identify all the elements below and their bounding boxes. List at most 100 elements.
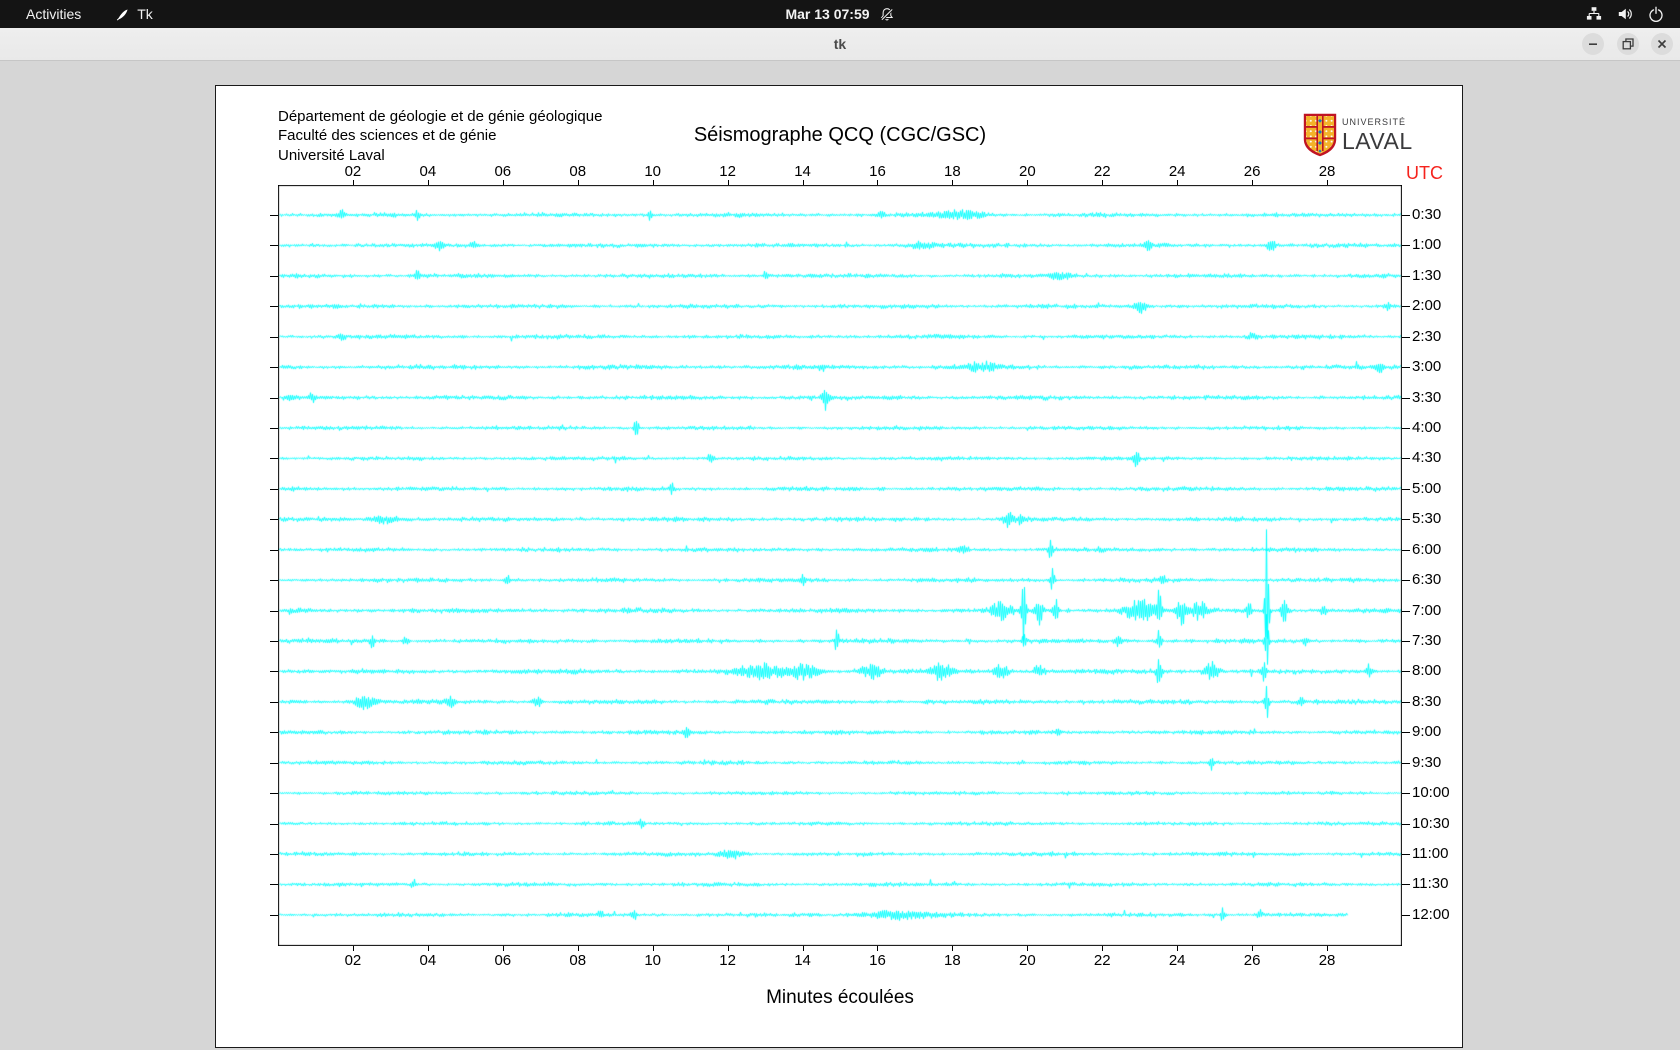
utc-time-label: 0:30 [1412,206,1442,223]
row-tick-right [1402,884,1410,886]
row-tick-left [270,701,278,703]
x-tick-label-top: 14 [794,163,811,180]
x-tick-label-top: 02 [344,163,362,180]
utc-time-label: 8:00 [1412,662,1442,680]
row-tick-left [270,914,278,916]
row-tick-right [1402,275,1410,277]
row-tick-left [270,306,278,308]
x-tick-label-bottom: 02 [344,952,362,969]
logo-laval-text: LAVAL [1342,128,1413,154]
x-tick-bottom [1102,946,1104,951]
x-tick-top [802,180,804,185]
x-tick-bottom [727,946,729,951]
x-tick-bottom [427,946,429,951]
gnome-top-bar: Activities Tk Mar 13 07:59 [0,0,1680,28]
x-tick-top [502,180,504,185]
tk-app-label: Tk [137,6,153,22]
row-tick-left [270,428,278,429]
x-tick-label-top: 16 [869,163,886,180]
row-tick-left [270,275,278,277]
seismograph-title: Séismographe QCQ (CGC/GSC) [693,124,987,146]
x-tick-label-top: 06 [494,163,512,180]
window-titlebar[interactable]: tk [0,28,1680,61]
x-tick-label-bottom: 04 [419,952,437,969]
x-axis-caption: Minutes écoulées [766,987,914,1008]
utc-time-label: 2:00 [1412,297,1442,315]
x-tick-bottom [1252,946,1254,951]
row-tick-left [270,397,278,399]
row-tick-right [1402,701,1410,703]
row-tick-left [270,854,278,856]
utc-time-label: 9:00 [1412,723,1442,741]
close-button[interactable] [1651,33,1673,55]
row-tick-right [1402,397,1410,399]
x-tick-bottom [1027,946,1029,951]
power-icon [1648,6,1664,22]
tk-canvas-window: Département de géologie et de génie géol… [215,85,1463,1048]
bell-slash-icon [880,7,895,22]
row-tick-left [270,519,278,521]
row-tick-right [1402,245,1410,247]
x-tick-label-bottom: 18 [944,952,961,969]
row-tick-right [1402,458,1410,460]
speaker-volume-icon [1617,6,1633,22]
row-tick-right [1402,914,1410,916]
clock-text: Mar 13 07:59 [785,6,870,22]
logo-universite-text: UNIVERSITÉ [1342,117,1407,127]
x-tick-top [1027,180,1029,185]
row-tick-right [1402,580,1410,582]
row-tick-right [1402,215,1410,216]
system-status-area[interactable] [1586,0,1664,28]
row-tick-right [1402,793,1410,795]
row-tick-right [1402,336,1410,338]
row-tick-left [270,458,278,460]
x-tick-label-bottom: 26 [1243,952,1261,969]
row-tick-right [1402,671,1410,673]
minimize-button[interactable] [1582,33,1604,55]
utc-time-label: 9:30 [1412,753,1442,771]
row-tick-left [270,367,278,369]
x-tick-label-top: 20 [1018,163,1036,180]
tk-app-indicator[interactable]: Tk [115,6,153,22]
utc-time-label: 6:00 [1412,540,1442,558]
activities-button[interactable]: Activities [26,6,81,22]
x-tick-top [1252,180,1254,185]
row-tick-left [270,793,278,795]
row-tick-left [270,823,278,825]
row-tick-right [1402,641,1410,643]
clock-menu[interactable]: Mar 13 07:59 [785,0,894,28]
x-tick-label-bottom: 06 [494,952,512,969]
x-tick-label-top: 28 [1318,163,1336,180]
row-tick-left [270,488,278,490]
utc-time-label: 7:30 [1412,632,1442,650]
x-tick-label-top: 10 [644,163,661,180]
x-tick-top [577,180,579,185]
x-tick-bottom [1327,946,1329,951]
x-tick-label-top: 24 [1168,163,1186,180]
utc-time-label: 3:30 [1412,388,1442,406]
x-tick-label-top: 12 [719,163,736,180]
x-tick-label-bottom: 10 [644,952,661,969]
row-tick-right [1402,519,1410,521]
utc-time-label: 8:30 [1412,692,1442,710]
row-tick-left [270,610,278,612]
window-title: tk [833,36,847,52]
row-tick-right [1402,306,1410,308]
maximize-button[interactable] [1617,33,1639,55]
row-tick-left [270,549,278,551]
x-tick-bottom [577,946,579,951]
utc-time-label: 1:30 [1412,266,1442,284]
x-tick-top [1177,180,1179,185]
tk-feather-icon [115,7,130,22]
x-tick-bottom [1177,946,1179,951]
x-tick-top [877,180,879,185]
x-tick-top [952,180,954,185]
x-tick-bottom [877,946,879,951]
x-tick-label-bottom: 08 [569,952,587,969]
row-tick-right [1402,762,1410,764]
seismogram-plot [278,185,1402,946]
row-tick-left [270,884,278,886]
x-tick-top [352,180,354,185]
row-tick-right [1402,367,1410,369]
x-tick-bottom [352,946,354,951]
